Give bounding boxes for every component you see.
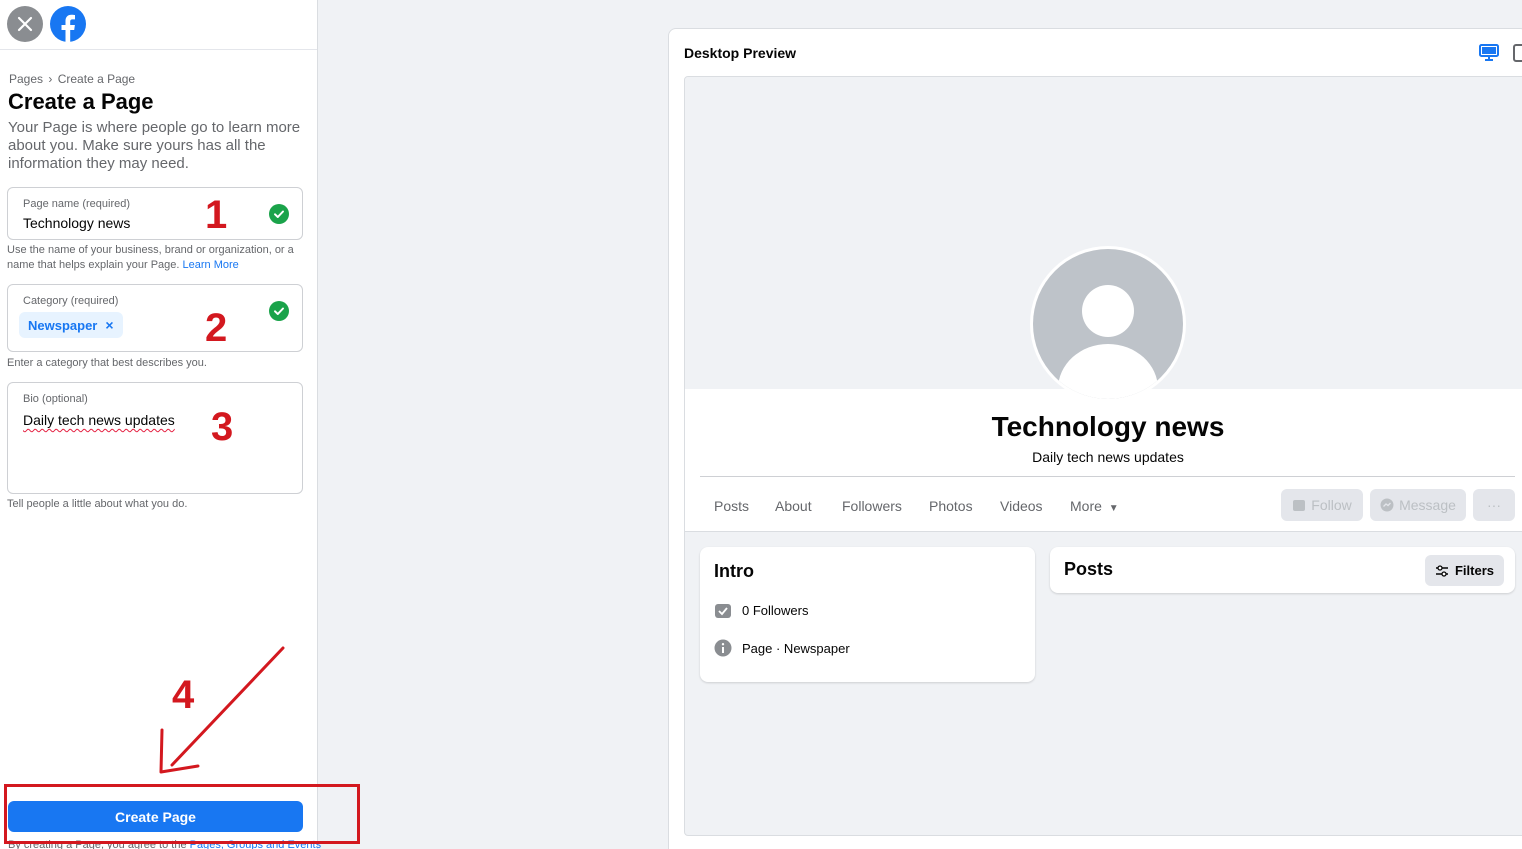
page-type: · Newspaper (772, 640, 850, 656)
messenger-icon (1380, 498, 1394, 512)
follow-icon (1293, 500, 1306, 511)
more-options-button[interactable]: ··· (1473, 489, 1515, 521)
annotation-number-1: 1 (205, 193, 228, 237)
info-icon (714, 639, 732, 657)
remove-chip-icon[interactable]: × (105, 317, 113, 333)
page-preview: Technology news Daily tech news updates … (684, 76, 1522, 836)
tab-more[interactable]: More ▼ (1070, 498, 1119, 514)
followers-count: 0 Followers (742, 602, 809, 618)
check-circle-icon (269, 204, 289, 224)
tab-posts[interactable]: Posts (714, 498, 749, 514)
preview-page-name: Technology news (991, 411, 1225, 442)
breadcrumb-separator: › (48, 72, 53, 86)
page-name-input[interactable]: Technology news (23, 215, 130, 231)
page-title: Create a Page (8, 89, 154, 114)
followers-icon (715, 604, 731, 618)
filters-label: Filters (1454, 563, 1494, 578)
annotation-number-3: 3 (211, 405, 234, 449)
caret-down-icon: ▼ (1108, 503, 1119, 514)
page-category-text: Page · Newspaper (742, 641, 850, 656)
tab-videos[interactable]: Videos (1000, 498, 1043, 514)
breadcrumb-pages[interactable]: Pages (9, 72, 43, 86)
tab-about[interactable]: About (775, 498, 812, 514)
page-type-prefix: Page (742, 640, 773, 656)
bio-hint: Tell people a little about what you do. (7, 498, 188, 510)
default-avatar-icon (1033, 249, 1183, 399)
tab-followers[interactable]: Followers (842, 498, 902, 514)
category-hint: Enter a category that best describes you… (7, 357, 207, 369)
posts-card: Posts Filters (1050, 547, 1515, 593)
breadcrumb-current: Create a Page (57, 72, 136, 86)
message-button[interactable]: Message (1370, 489, 1466, 521)
facebook-logo-icon[interactable] (50, 6, 86, 42)
intro-card: Intro 0 Followers Page · Newspaper (700, 547, 1035, 682)
bio-field[interactable]: Bio (optional) Daily tech news updates (7, 382, 303, 494)
page-name-hint: Use the name of your business, brand or … (7, 243, 307, 273)
desktop-preview-panel: Desktop Preview Technology news Daily te… (668, 28, 1522, 849)
filters-icon (1435, 564, 1448, 577)
intro-title: Intro (714, 561, 754, 581)
annotation-number-2: 2 (205, 306, 228, 350)
followers-row: 0 Followers (714, 601, 808, 619)
bio-textarea[interactable]: Daily tech news updates (23, 412, 175, 428)
preview-title: Desktop Preview (684, 45, 797, 61)
divider (700, 476, 1515, 477)
avatar (1030, 246, 1186, 402)
desktop-icon[interactable] (1479, 44, 1499, 62)
preview-page-bio: Daily tech news updates (1032, 449, 1184, 465)
learn-more-link[interactable]: Learn More (183, 259, 239, 271)
posts-title: Posts (1064, 559, 1114, 579)
page-description: Your Page is where people go to learn mo… (8, 119, 301, 172)
check-circle-icon (269, 301, 289, 321)
category-chip-label: Newspaper (28, 317, 98, 333)
page-name-hint-text: Use the name of your business, brand or … (7, 244, 294, 271)
mobile-icon[interactable] (1513, 44, 1522, 62)
follow-button[interactable]: Follow (1281, 489, 1363, 521)
follow-label: Follow (1311, 497, 1352, 513)
annotation-highlight-box (4, 784, 360, 844)
tab-photos[interactable]: Photos (929, 498, 973, 514)
breadcrumb: Pages › Create a Page (8, 72, 136, 86)
filters-button[interactable]: Filters (1424, 555, 1504, 586)
page-category-row: Page · Newspaper (714, 639, 850, 657)
category-chip: Newspaper × (19, 312, 123, 338)
top-bar (0, 0, 317, 50)
page-name-field[interactable]: Page name (required) Technology news (7, 187, 303, 240)
close-button[interactable] (7, 6, 43, 42)
annotation-arrow-icon (159, 646, 285, 774)
category-field[interactable]: Category (required) Newspaper × (7, 284, 303, 352)
category-label: Category (required) (23, 295, 119, 307)
message-label: Message (1399, 497, 1456, 513)
tab-more-label: More (1070, 498, 1102, 514)
bio-label: Bio (optional) (23, 393, 88, 405)
close-icon (17, 16, 33, 32)
page-name-label: Page name (required) (23, 198, 131, 210)
